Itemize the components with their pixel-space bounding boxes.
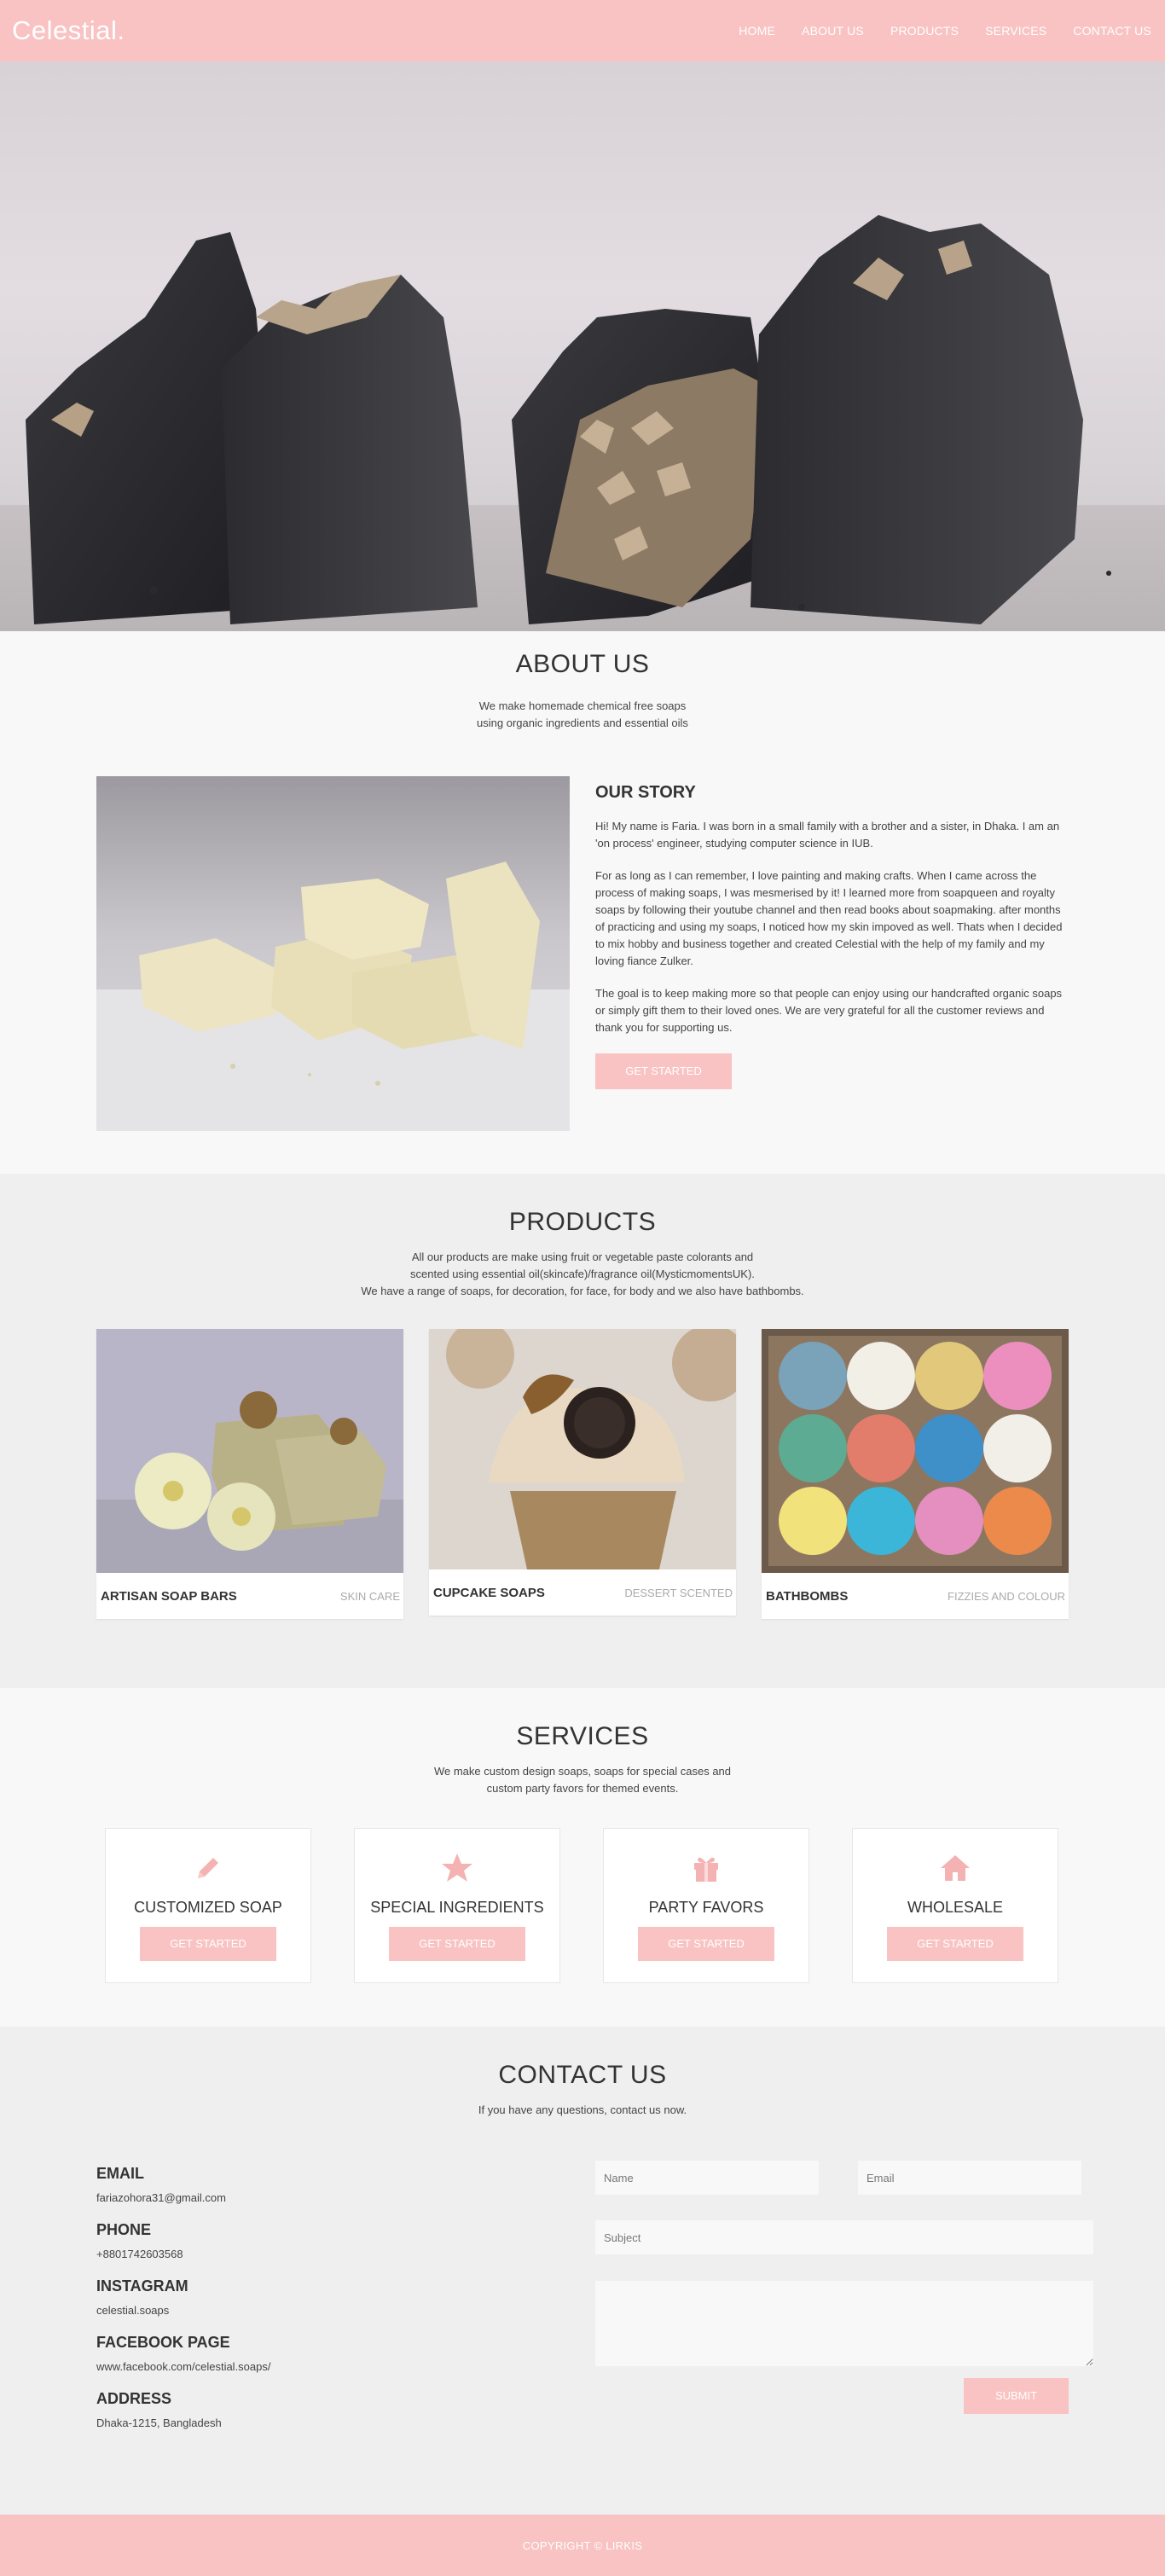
contact-title: CONTACT US [498, 2061, 667, 2089]
service-label: PARTY FAVORS [648, 1899, 764, 1916]
story-image [96, 776, 570, 1131]
services-subtitle-line1: We make custom design soaps, soaps for s… [433, 1765, 732, 1778]
product-tag: SKIN CARE [339, 1589, 400, 1603]
oat-soap-illustration [96, 862, 570, 1131]
hero-image [0, 61, 1165, 631]
artisan-soap-image [96, 1329, 403, 1573]
products-subtitle-line3: We have a range of soaps, for decoration… [361, 1285, 804, 1297]
nav-item-about[interactable]: ABOUT US [802, 24, 864, 38]
products-section: PRODUCTS All our products are make using… [0, 1174, 1165, 1688]
name-input[interactable] [595, 2161, 819, 2195]
products-subtitle-line1: All our products are make using fruit or… [411, 1250, 754, 1263]
product-tag: FIZZIES AND COLOUR [948, 1589, 1065, 1603]
instagram-label: INSTAGRAM [96, 2277, 188, 2295]
service-label: CUSTOMIZED SOAP [134, 1899, 282, 1916]
subject-input[interactable] [595, 2220, 1093, 2254]
story-get-started-button[interactable]: GET STARTED [595, 1053, 732, 1089]
about-subtitle: We make homemade chemical free soaps usi… [0, 698, 1165, 732]
facebook-label: FACEBOOK PAGE [96, 2334, 230, 2351]
nav-item-products[interactable]: PRODUCTS [890, 24, 959, 38]
product-name: BATHBOMBS [766, 1588, 849, 1604]
nav-item-home[interactable]: HOME [739, 24, 775, 38]
address-label: ADDRESS [96, 2390, 172, 2407]
email-value: fariazohora31@gmail.com [96, 2191, 226, 2204]
service-label: WHOLESALE [907, 1899, 1004, 1916]
pencil-icon [198, 1858, 218, 1878]
products-subtitle-line2: scented using essential oil(skincafe)/fr… [410, 1268, 755, 1280]
email-label: EMAIL [96, 2165, 144, 2182]
service-get-started-button[interactable]: GET STARTED [638, 1927, 774, 1961]
message-textarea[interactable] [595, 2281, 1093, 2366]
gift-icon [694, 1857, 718, 1882]
contact-info: EMAIL fariazohora31@gmail.com PHONE +880… [96, 2165, 523, 2446]
footer: COPYRIGHT © LIRKIS [0, 2515, 1165, 2576]
service-card-wholesale: WHOLESALE GET STARTED [852, 1828, 1058, 1983]
service-label: SPECIAL INGREDIENTS [370, 1899, 544, 1916]
nav-item-contact[interactable]: CONTACT US [1073, 24, 1151, 38]
bathbombs-image [762, 1329, 1069, 1573]
about-subtitle-line1: We make homemade chemical free soaps [478, 699, 687, 712]
instagram-value: celestial.soaps [96, 2304, 170, 2317]
product-card-artisan[interactable]: ARTISAN SOAP BARS SKIN CARE [96, 1329, 403, 1619]
artisan-soap-illustration [96, 1329, 403, 1573]
facebook-value: www.facebook.com/celestial.soaps/ [96, 2360, 271, 2373]
story-paragraph-2: For as long as I can remember, I love pa… [595, 869, 1063, 967]
cupcake-soap-illustration [429, 1329, 736, 1569]
service-card-customized: CUSTOMIZED SOAP GET STARTED [105, 1828, 311, 1983]
cupcake-soap-image [429, 1329, 736, 1569]
about-title: ABOUT US [515, 650, 650, 678]
charcoal-soap-illustration [0, 215, 1165, 631]
product-card-cupcake[interactable]: CUPCAKE SOAPS DESSERT SCENTED [429, 1329, 736, 1616]
product-tag: DESSERT SCENTED [624, 1586, 733, 1599]
email-input[interactable] [858, 2161, 1081, 2195]
services-subtitle-line2: custom party favors for themed events. [486, 1782, 679, 1795]
contact-subtitle: If you have any questions, contact us no… [478, 2103, 687, 2116]
our-story: OUR STORY Hi! My name is Faria. I was bo… [595, 783, 1063, 1089]
services-title: SERVICES [516, 1722, 649, 1750]
product-name: CUPCAKE SOAPS [433, 1585, 545, 1600]
phone-label: PHONE [96, 2221, 152, 2238]
story-paragraph-1: Hi! My name is Faria. I was born in a sm… [595, 820, 1060, 850]
story-paragraph-3: The goal is to keep making more so that … [595, 987, 1063, 1034]
service-get-started-button[interactable]: GET STARTED [389, 1927, 525, 1961]
home-icon [941, 1855, 970, 1881]
services-section: SERVICES We make custom design soaps, so… [0, 1688, 1165, 2027]
copyright-text: COPYRIGHT © LIRKIS [522, 2538, 643, 2552]
product-name: ARTISAN SOAP BARS [101, 1588, 237, 1604]
star-icon [442, 1854, 472, 1882]
about-section: ABOUT US We make homemade chemical free … [0, 631, 1165, 1174]
services-subtitle: We make custom design soaps, soaps for s… [0, 1763, 1165, 1797]
submit-button[interactable]: SUBMIT [964, 2378, 1069, 2414]
products-subtitle: All our products are make using fruit or… [0, 1249, 1165, 1300]
phone-value: +8801742603568 [96, 2248, 183, 2260]
address-value: Dhaka-1215, Bangladesh [96, 2416, 222, 2429]
nav-menu: HOME ABOUT US PRODUCTS SERVICES CONTACT … [712, 24, 1151, 38]
about-subtitle-line2: using organic ingredients and essential … [477, 717, 688, 729]
site-logo[interactable]: Celestial. [12, 15, 125, 46]
nav-item-services[interactable]: SERVICES [985, 24, 1046, 38]
bathbombs-illustration [762, 1329, 1069, 1573]
top-navbar: Celestial. HOME ABOUT US PRODUCTS SERVIC… [0, 0, 1165, 61]
products-title: PRODUCTS [508, 1208, 657, 1236]
contact-section: CONTACT US If you have any questions, co… [0, 2027, 1165, 2515]
product-card-bathbombs[interactable]: BATHBOMBS FIZZIES AND COLOUR [762, 1329, 1069, 1619]
service-card-party: PARTY FAVORS GET STARTED [603, 1828, 809, 1983]
story-title: OUR STORY [595, 783, 696, 802]
service-get-started-button[interactable]: GET STARTED [140, 1927, 276, 1961]
service-get-started-button[interactable]: GET STARTED [887, 1927, 1023, 1961]
service-card-ingredients: SPECIAL INGREDIENTS GET STARTED [354, 1828, 560, 1983]
